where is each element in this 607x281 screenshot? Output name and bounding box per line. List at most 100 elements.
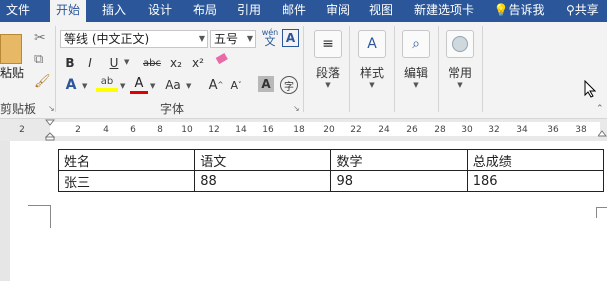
ruler-tick: 32 [488, 125, 500, 135]
tell-me-box[interactable]: 💡告诉我 [488, 0, 550, 22]
circle-icon [446, 30, 474, 58]
ruler-tick: 14 [235, 125, 247, 135]
tab-new-tab[interactable]: 新建选项卡 [408, 0, 480, 22]
font-color-swatch [130, 91, 148, 94]
table-cell[interactable]: 姓名 [57, 149, 196, 171]
document-area: 姓名 语文 数学 总成绩 张三 88 98 186 [0, 141, 607, 281]
table-cell[interactable]: 186 [466, 170, 605, 192]
paste-icon[interactable] [0, 34, 22, 64]
ruler-tick: 2 [19, 125, 25, 135]
mouse-cursor-icon [584, 79, 597, 101]
ruler-tick: 18 [293, 125, 305, 135]
underline-button[interactable]: U [106, 54, 122, 72]
font-color-button[interactable]: A [130, 76, 148, 94]
chevron-down-icon: ▼ [457, 81, 463, 89]
tab-design[interactable]: 设计 [142, 0, 178, 22]
clear-formatting-icon[interactable] [214, 52, 230, 66]
table-cell[interactable]: 数学 [330, 149, 468, 171]
enclose-characters-button[interactable]: 字 [280, 76, 298, 94]
ruler-tick: 8 [157, 125, 163, 135]
ruler-tick: 38 [575, 125, 587, 135]
font-name-combo[interactable]: 等线 (中文正文) ▼ [60, 30, 208, 48]
ribbon-tab-bar: 文件 开始 插入 设计 布局 引用 邮件 审阅 视图 新建选项卡 💡告诉我 ⚲共… [0, 0, 607, 22]
paragraph-button[interactable]: ≡ 段落 ▼ [310, 30, 346, 89]
styles-button[interactable]: A 样式 ▼ [354, 30, 390, 89]
text-effects-button[interactable]: A [62, 76, 80, 94]
tab-insert[interactable]: 插入 [96, 0, 132, 22]
chevron-down-icon: ▼ [413, 81, 419, 89]
clipboard-group-label: 剪贴板 [0, 102, 37, 116]
margin-corner-mark [28, 205, 51, 228]
ruler-tick: 24 [378, 125, 390, 135]
subscript-button[interactable]: x₂ [166, 54, 186, 72]
paragraph-icon: ≡ [314, 30, 342, 58]
chevron-down-icon[interactable]: ▼ [124, 58, 129, 66]
table-cell[interactable]: 总成绩 [466, 149, 605, 171]
table-cell[interactable]: 语文 [194, 149, 332, 171]
tab-references[interactable]: 引用 [231, 0, 267, 22]
chevron-down-icon[interactable]: ▼ [82, 82, 87, 90]
ruler-tick: 4 [103, 125, 109, 135]
lightbulb-icon: 💡 [493, 3, 509, 17]
table-row: 张三 88 98 186 [57, 170, 605, 192]
italic-button[interactable]: I [82, 54, 98, 72]
tab-file[interactable]: 文件 [0, 0, 36, 22]
share-button[interactable]: ⚲共享 [566, 0, 607, 22]
tab-review[interactable]: 审阅 [320, 0, 356, 22]
common-button[interactable]: 常用 ▼ [442, 30, 478, 89]
font-group-label: 字体 [160, 102, 185, 116]
phonetic-guide-button[interactable]: wén 文 [260, 28, 280, 47]
table-cell[interactable]: 98 [330, 170, 468, 192]
score-table[interactable]: 姓名 语文 数学 总成绩 张三 88 98 186 [57, 149, 605, 192]
ruler-tick: 36 [547, 125, 559, 135]
character-border-button[interactable]: A [282, 29, 299, 47]
tab-home[interactable]: 开始 [50, 0, 86, 22]
font-color-icon: A [134, 76, 144, 91]
change-case-button[interactable]: Aa [162, 76, 184, 94]
chevron-down-icon[interactable]: ▼ [120, 82, 125, 90]
superscript-button[interactable]: x² [188, 54, 208, 72]
chevron-down-icon[interactable]: ▼ [150, 82, 155, 90]
format-painter-icon[interactable]: 🖌 [34, 74, 51, 89]
cut-icon[interactable]: ✂ [34, 30, 46, 46]
shrink-font-button[interactable]: A ˅ [228, 76, 244, 94]
grow-font-button[interactable]: A ^ [208, 76, 224, 94]
search-icon: ⌕ [402, 30, 430, 58]
font-size-combo[interactable]: 五号 ▼ [210, 30, 256, 48]
table-row: 姓名 语文 数学 总成绩 [57, 149, 605, 171]
tab-layout[interactable]: 布局 [187, 0, 223, 22]
horizontal-ruler[interactable]: 2 2 4 6 8 10 12 14 16 18 20 22 24 26 28 … [0, 119, 607, 141]
table-cell[interactable]: 88 [194, 170, 332, 192]
ruler-tick: 12 [208, 125, 220, 135]
ruler-tick: 28 [434, 125, 446, 135]
dialog-launcher-icon[interactable]: ↘ [293, 104, 300, 113]
tab-view[interactable]: 视图 [363, 0, 399, 22]
editing-button[interactable]: ⌕ 编辑 ▼ [398, 30, 434, 89]
ruler-tick: 26 [406, 125, 418, 135]
chevron-down-icon[interactable]: ▼ [186, 82, 191, 90]
bold-button[interactable]: B [62, 54, 78, 72]
tab-mailings[interactable]: 邮件 [276, 0, 312, 22]
highlight-color-button[interactable]: ab [96, 76, 118, 94]
margin-corner-mark [596, 207, 607, 218]
character-shading-button[interactable]: A [258, 76, 274, 92]
collapse-ribbon-icon[interactable]: ⌃ [596, 104, 604, 114]
ruler-tick: 34 [516, 125, 528, 135]
divider [349, 26, 350, 112]
paste-button[interactable]: 粘贴 [0, 64, 24, 81]
highlighter-icon: ab [100, 76, 114, 87]
dialog-launcher-icon[interactable]: ↘ [48, 104, 55, 113]
ruler-tick: 6 [130, 125, 136, 135]
ruler-tick: 30 [461, 125, 473, 135]
ruler-tick: 10 [181, 125, 193, 135]
divider [394, 26, 395, 112]
table-cell[interactable]: 张三 [57, 170, 196, 192]
document-page[interactable]: 姓名 语文 数学 总成绩 张三 88 98 186 [10, 141, 607, 281]
copy-icon[interactable]: ⧉ [34, 52, 43, 67]
ruler-tick: 22 [350, 125, 362, 135]
strikethrough-button[interactable]: abc [140, 54, 164, 72]
chevron-down-icon: ▼ [369, 81, 375, 89]
divider [482, 26, 483, 112]
chevron-down-icon: ▼ [246, 34, 253, 43]
chevron-down-icon: ▼ [325, 81, 331, 89]
